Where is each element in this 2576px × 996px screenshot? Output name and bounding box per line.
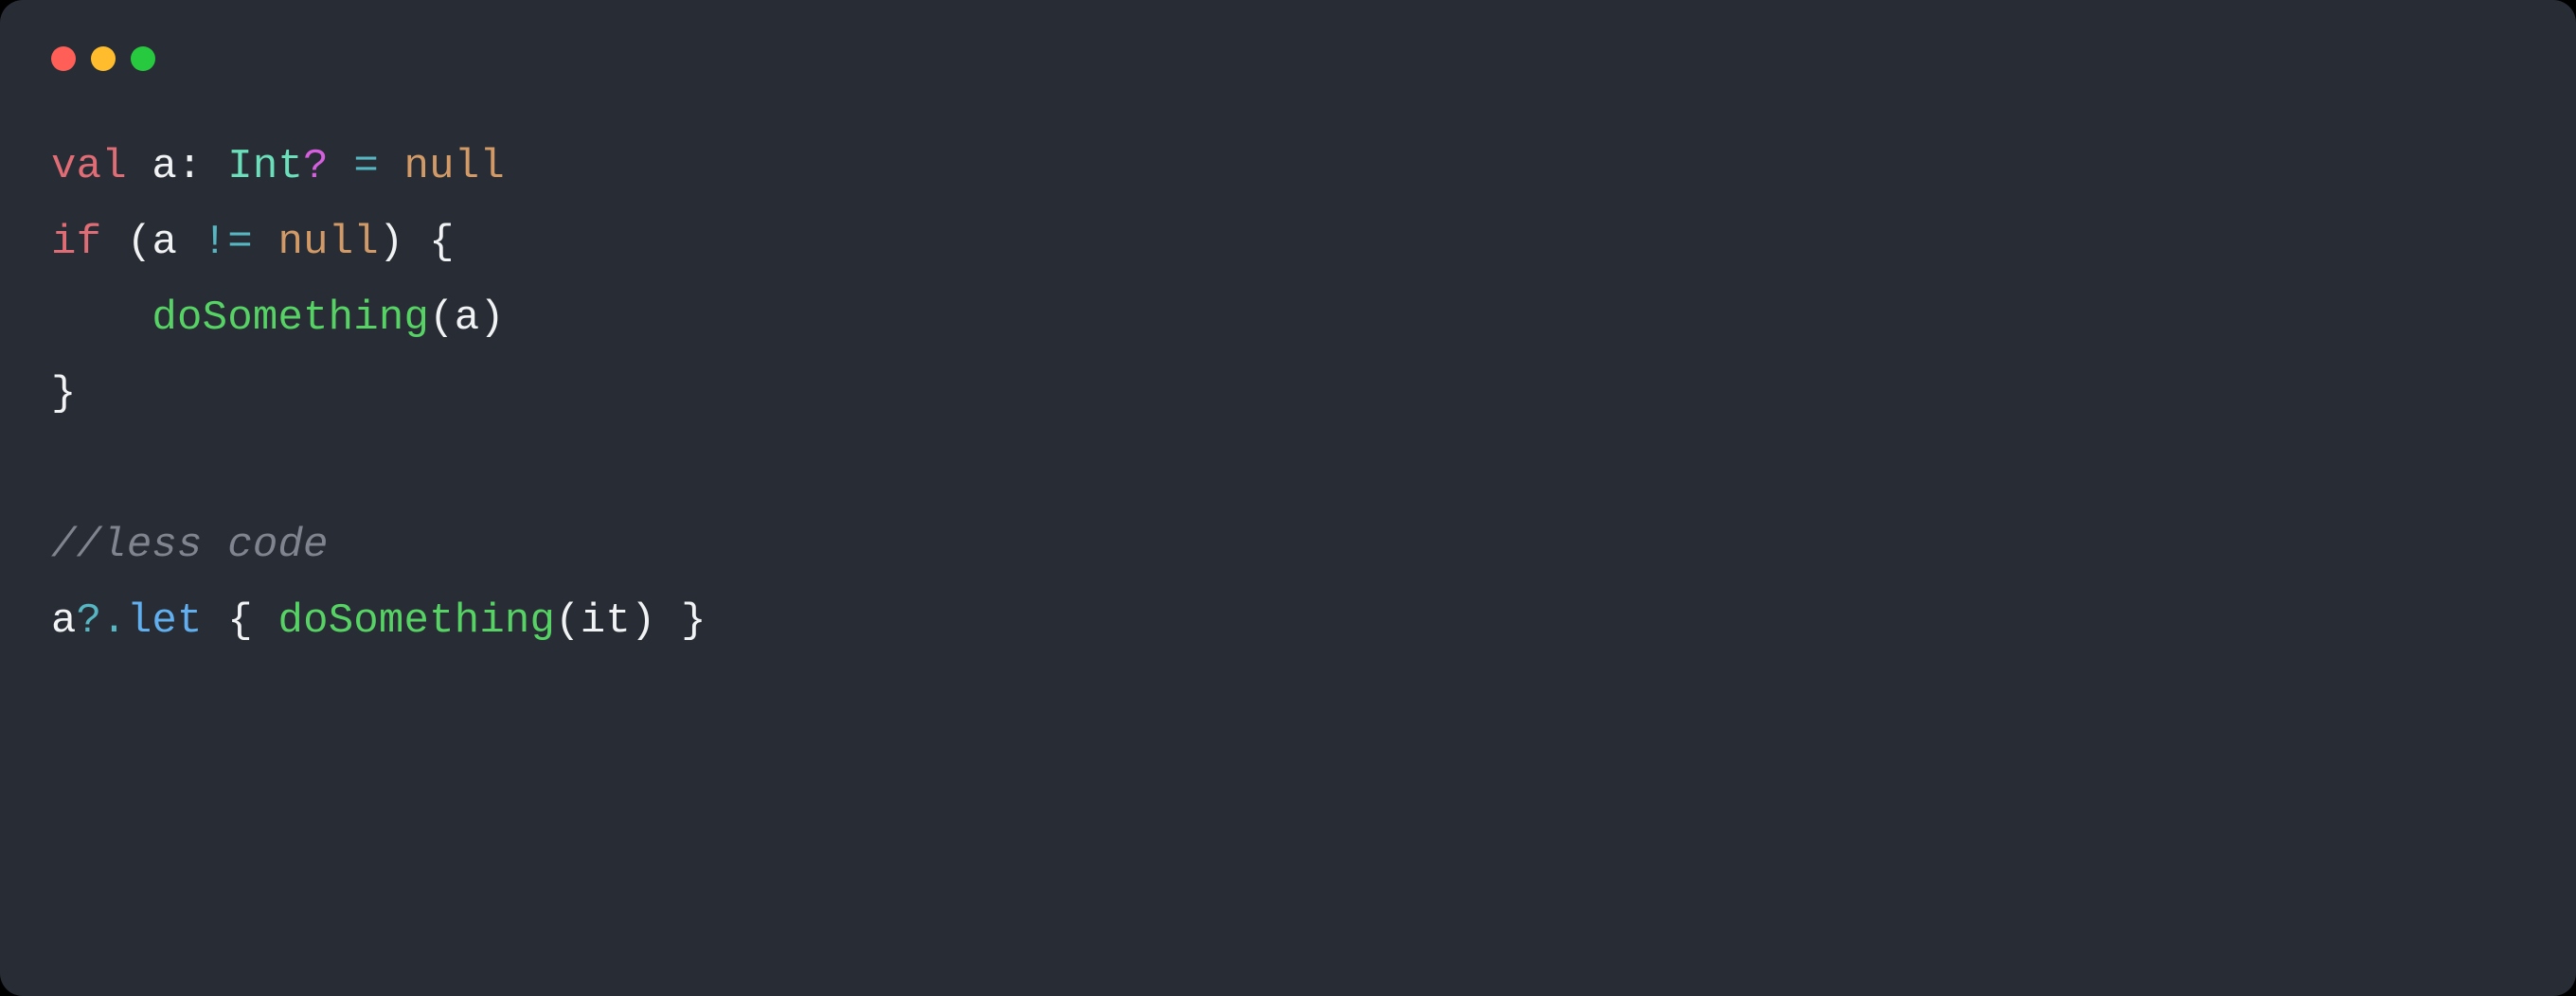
code-token: a — [51, 597, 77, 645]
code-token — [253, 219, 278, 266]
code-editor[interactable]: val a: Int? = null if (a != null) { doSo… — [0, 85, 2576, 711]
code-token — [101, 219, 127, 266]
code-token: a — [152, 219, 202, 266]
code-token: a — [127, 143, 177, 190]
code-window: val a: Int? = null if (a != null) { doSo… — [0, 0, 2576, 996]
code-token: let — [127, 597, 203, 645]
code-token — [51, 294, 152, 342]
code-token: a — [455, 294, 480, 342]
window-close-icon[interactable] — [51, 46, 76, 71]
code-token: ) } — [631, 597, 707, 645]
window-minimize-icon[interactable] — [91, 46, 116, 71]
code-token: val — [51, 143, 127, 190]
code-token: ( — [127, 219, 152, 266]
code-token: != — [203, 219, 253, 266]
code-token — [329, 143, 354, 190]
code-token — [203, 597, 228, 645]
code-token: } — [51, 370, 77, 418]
code-token: = — [353, 143, 379, 190]
code-token: ( — [429, 294, 455, 342]
code-token: null — [277, 219, 378, 266]
code-token: : — [177, 143, 227, 190]
code-token: Int — [227, 143, 303, 190]
code-token: ? — [303, 143, 329, 190]
window-titlebar — [0, 0, 2576, 85]
code-token: ) { — [379, 219, 455, 266]
window-zoom-icon[interactable] — [131, 46, 155, 71]
code-token: doSomething — [277, 597, 555, 645]
code-token — [379, 143, 404, 190]
code-token: if — [51, 219, 101, 266]
code-token: ( — [555, 597, 581, 645]
code-token: { — [227, 597, 277, 645]
code-token: ?. — [77, 597, 127, 645]
code-token: //less code — [51, 522, 329, 569]
code-token: ) — [479, 294, 505, 342]
code-token: null — [404, 143, 505, 190]
code-token: it — [581, 597, 631, 645]
code-token: doSomething — [152, 294, 429, 342]
